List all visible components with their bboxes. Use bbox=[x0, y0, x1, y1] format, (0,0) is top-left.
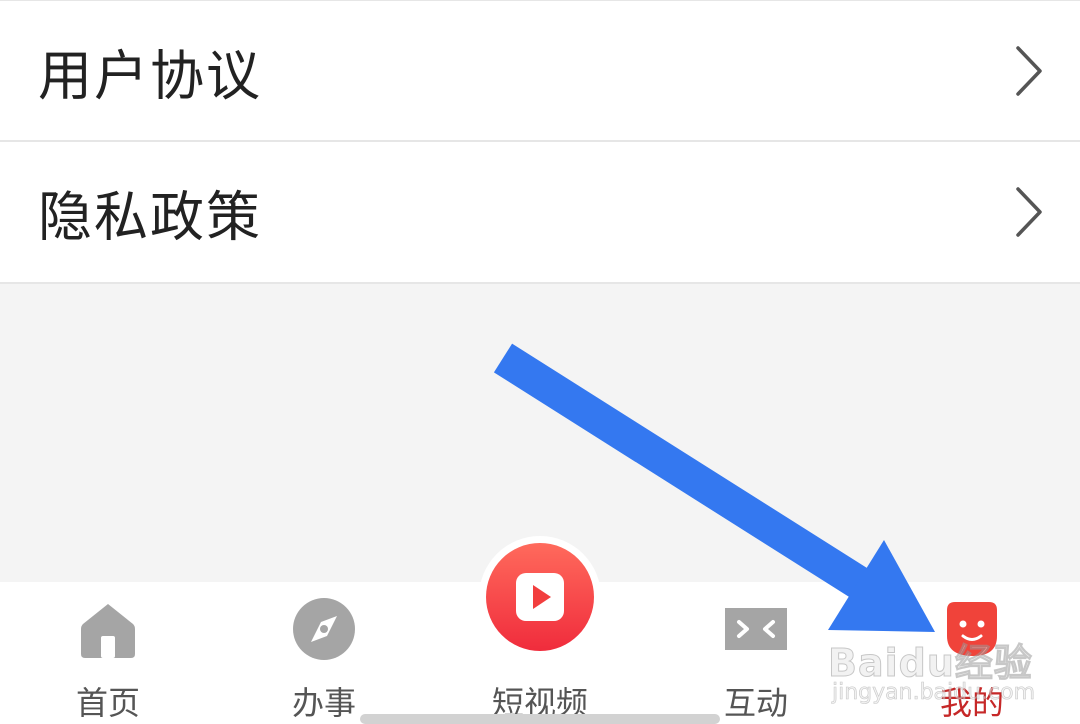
watermark-domain: jingyan.baidu.com bbox=[832, 680, 1036, 706]
watermark-brand: Baidu经验 bbox=[828, 641, 1033, 686]
baidu-watermark: Baidu经验 jingyan.baidu.com bbox=[828, 620, 1068, 710]
annotation-arrow-icon bbox=[493, 343, 935, 632]
